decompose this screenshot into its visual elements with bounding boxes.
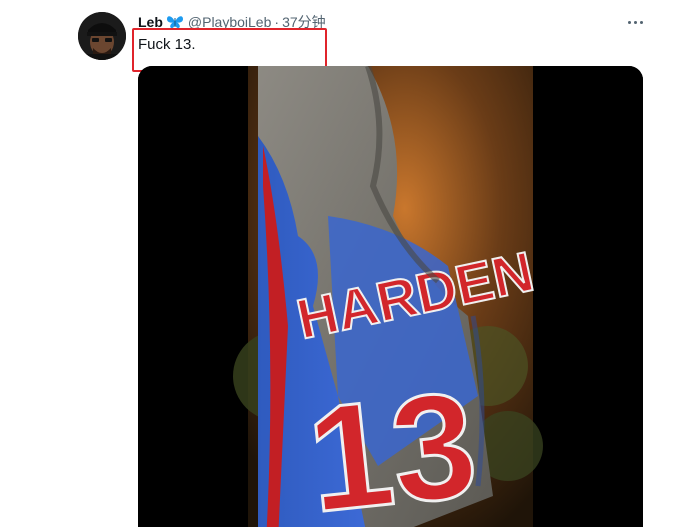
more-dot-icon <box>639 20 643 24</box>
jersey-number: 13 <box>300 359 484 527</box>
video-frame: HARDEN 13 <box>233 66 543 527</box>
avatar[interactable] <box>78 12 126 60</box>
more-options-button[interactable] <box>624 12 646 32</box>
tweet-media-video[interactable]: HARDEN 13 <box>138 66 643 527</box>
more-dot-icon <box>627 20 631 24</box>
tweet: Leb @PlayboiLeb · 37分钟 Fuck 13. HARDEN 1… <box>0 0 700 527</box>
more-dot-icon <box>633 20 637 24</box>
